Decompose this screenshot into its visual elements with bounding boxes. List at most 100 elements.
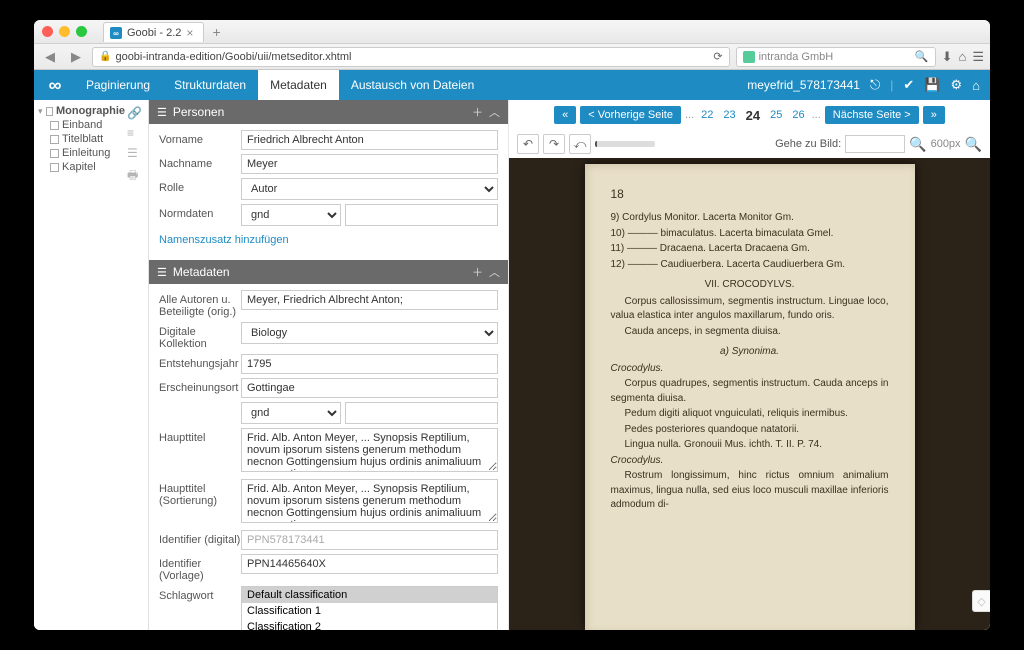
home-app-icon[interactable]: ⌂	[972, 78, 980, 93]
forward-button[interactable]: ▶	[66, 47, 86, 67]
page-link[interactable]: 25	[767, 109, 785, 121]
next-page-button[interactable]: Nächste Seite >	[825, 106, 919, 124]
maximize-window-button[interactable]	[76, 26, 87, 37]
input-jahr[interactable]	[241, 354, 498, 374]
menu-strukturdaten[interactable]: Strukturdaten	[162, 70, 258, 100]
app-toolbar: ∞ Paginierung Strukturdaten Metadaten Au…	[34, 70, 990, 100]
menu-paginierung[interactable]: Paginierung	[74, 70, 162, 100]
collapse-panel-icon[interactable]: ︿	[489, 104, 500, 120]
app-logo-icon[interactable]: ∞	[34, 75, 74, 96]
tree-item-einleitung[interactable]: Einleitung	[36, 146, 127, 160]
user-label: meyefrid_578173441	[747, 78, 860, 92]
goto-input[interactable]	[845, 135, 905, 153]
last-page-button[interactable]: »	[923, 106, 945, 124]
input-normdaten-value[interactable]	[345, 204, 498, 226]
input-id-vorlage[interactable]	[241, 554, 498, 574]
browser-tab[interactable]: ∞ Goobi - 2.2 ×	[103, 22, 204, 42]
hamburger-icon[interactable]: ☰	[157, 266, 167, 279]
page-link[interactable]: 22	[698, 109, 716, 121]
select-kollektion[interactable]: Biology	[241, 322, 498, 344]
textarea-haupttitel[interactable]: Frid. Alb. Anton Meyer, ... Synopsis Rep…	[241, 428, 498, 472]
new-tab-button[interactable]: +	[208, 24, 224, 40]
search-placeholder: intranda GmbH	[759, 51, 834, 63]
reload-icon[interactable]: ⟳	[713, 50, 722, 63]
tree-root[interactable]: ▾ Monographie	[36, 104, 127, 118]
structure-tree-sidebar: 🔗 ≡ ☰ 🖶 ▾ Monographie Einband Titelblatt…	[34, 100, 149, 630]
back-button[interactable]: ◀	[40, 47, 60, 67]
collapse-panel-icon[interactable]: ︿	[489, 264, 500, 280]
input-alle-autoren[interactable]	[241, 290, 498, 310]
rows-icon[interactable]: ☰	[127, 146, 142, 160]
settings-icon[interactable]: ⚙	[950, 77, 962, 93]
panel-metadaten-title: Metadaten	[173, 265, 230, 279]
home-icon[interactable]: ⌂	[958, 49, 966, 65]
menu-icon[interactable]: ☰	[972, 49, 984, 65]
zoom-icon[interactable]: 🔍	[965, 136, 982, 153]
list-icon[interactable]: ≡	[127, 126, 142, 140]
select-rolle[interactable]: Autor	[241, 178, 498, 200]
tab-favicon-icon: ∞	[110, 27, 122, 39]
bookmark-tab-icon[interactable]: ◇	[972, 590, 990, 612]
search-engine-icon	[743, 51, 755, 63]
tree-item-einband[interactable]: Einband	[36, 118, 127, 132]
schlagwort-option[interactable]: Classification 2	[242, 619, 497, 630]
url-input[interactable]: 🔒 goobi-intranda-edition/Goobi/uii/metse…	[92, 47, 730, 67]
menu-metadaten[interactable]: Metadaten	[258, 70, 339, 100]
add-person-icon[interactable]: ＋	[472, 104, 483, 120]
prev-page-button[interactable]: < Vorherige Seite	[580, 106, 681, 124]
schlagwort-option[interactable]: Classification 1	[242, 603, 497, 619]
link-icon[interactable]: 🔗	[127, 106, 142, 120]
book-page: 18 9) Cordylus Monitor. Lacerta Monitor …	[585, 164, 915, 630]
select-normdaten[interactable]: gnd	[241, 204, 341, 226]
tree-item-titelblatt[interactable]: Titelblatt	[36, 132, 127, 146]
menu-austausch[interactable]: Austausch von Dateien	[339, 70, 486, 100]
tab-title: Goobi - 2.2	[127, 27, 181, 39]
first-page-button[interactable]: «	[554, 106, 576, 124]
check-icon[interactable]: ✔	[903, 77, 914, 93]
pager: « < Vorherige Seite ... 22 23 24 25 26 .…	[509, 100, 990, 130]
rotate-right-icon[interactable]: ↷	[543, 134, 565, 154]
save-icon[interactable]: 💾	[924, 77, 940, 93]
page-link[interactable]: 26	[789, 109, 807, 121]
image-viewer: « < Vorherige Seite ... 22 23 24 25 26 .…	[509, 100, 990, 630]
doc-icon	[46, 107, 53, 116]
print-icon[interactable]: 🖶	[127, 166, 142, 187]
select-ort-norm[interactable]: gnd	[241, 402, 341, 424]
collapse-icon[interactable]: ▾	[38, 106, 43, 117]
page-link[interactable]: 23	[720, 109, 738, 121]
label-id-digital: Identifier (digital)	[159, 530, 241, 546]
input-ort-norm-value[interactable]	[345, 402, 498, 424]
main-area: ☰ Personen ＋︿ Vorname Nachname RolleAuto…	[149, 100, 990, 630]
exit-icon[interactable]: ⎋	[870, 77, 880, 93]
browser-tabstrip: ∞ Goobi - 2.2 × +	[103, 22, 225, 42]
input-vorname[interactable]	[241, 130, 498, 150]
undo-icon[interactable]: ⤺	[569, 134, 591, 154]
browser-search-input[interactable]: intranda GmbH 🔍	[736, 47, 936, 67]
input-ort[interactable]	[241, 378, 498, 398]
input-id-digital[interactable]	[241, 530, 498, 550]
download-icon[interactable]: ⬇	[942, 49, 953, 65]
close-window-button[interactable]	[42, 26, 53, 37]
browser-toolbar-icons: ⬇ ⌂ ☰	[942, 49, 984, 65]
search-image-icon[interactable]: 🔍	[909, 136, 926, 153]
label-nachname: Nachname	[159, 154, 241, 170]
tree-root-label: Monographie	[56, 105, 125, 117]
tab-close-icon[interactable]: ×	[186, 26, 193, 40]
panel-personen-body: Vorname Nachname RolleAutor Normdatengnd…	[149, 124, 508, 260]
rotate-left-icon[interactable]: ↶	[517, 134, 539, 154]
input-nachname[interactable]	[241, 154, 498, 174]
zoom-level: 600px	[931, 138, 961, 150]
add-meta-icon[interactable]: ＋	[472, 264, 483, 280]
schlagwort-option[interactable]: Default classification	[242, 587, 497, 603]
minimize-window-button[interactable]	[59, 26, 70, 37]
brightness-slider[interactable]	[595, 141, 655, 147]
listbox-schlagwort[interactable]: Default classification Classification 1 …	[241, 586, 498, 630]
viewer-controls: ↶ ↷ ⤺ Gehe zu Bild: 🔍 600px 🔍	[509, 130, 990, 158]
hamburger-icon[interactable]: ☰	[157, 106, 167, 119]
page-view[interactable]: 18 9) Cordylus Monitor. Lacerta Monitor …	[509, 158, 990, 630]
tree-item-kapitel[interactable]: Kapitel	[36, 160, 127, 174]
label-ort: Erscheinungsort	[159, 378, 241, 394]
link-namenszusatz[interactable]: Namenszusatz hinzufügen	[159, 230, 289, 250]
textarea-haupttitel-sort[interactable]: Frid. Alb. Anton Meyer, ... Synopsis Rep…	[241, 479, 498, 523]
panel-metadaten-header: ☰ Metadaten ＋ ︿	[149, 260, 508, 284]
